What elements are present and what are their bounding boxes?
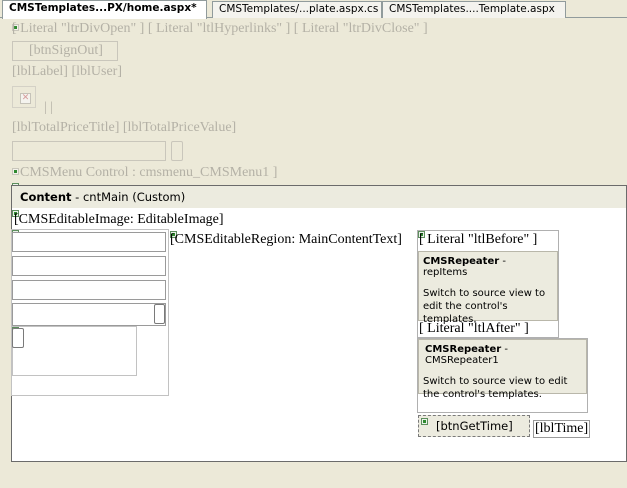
- content-header-id: - cntMain (Custom): [71, 190, 186, 204]
- price-row: [lblTotalPriceTitle] [lblTotalPriceValue…: [12, 120, 237, 135]
- small-button[interactable]: [12, 328, 24, 348]
- content-header-title: Content: [20, 190, 72, 204]
- get-time-button[interactable]: [btnGetTime]: [418, 415, 530, 437]
- search-textbox[interactable]: [12, 141, 166, 161]
- signout-button-label: [btnSignOut]: [29, 43, 103, 58]
- textbox-2[interactable]: [12, 256, 166, 276]
- dropdown-button[interactable]: [154, 304, 165, 324]
- time-label[interactable]: [lblTime]: [533, 420, 591, 438]
- editable-image[interactable]: [CMSEditableImage: EditableImage]: [14, 212, 224, 228]
- get-time-button-label: [btnGetTime]: [436, 419, 513, 433]
- tab-template-aspx[interactable]: CMSTemplates....Template.aspx: [382, 1, 566, 18]
- document-tab-bar: CMSTemplates/...plate.aspx.cs CMSTemplat…: [0, 0, 627, 19]
- search-button[interactable]: [171, 141, 183, 161]
- repeater-items-title: CMSRepeater: [423, 256, 500, 267]
- control-glyph-icon: [421, 418, 428, 425]
- textbox-1[interactable]: [12, 232, 166, 252]
- repeater-items[interactable]: CMSRepeater - repItems Switch to source …: [418, 251, 558, 325]
- control-glyph-icon: [12, 168, 19, 175]
- image-placeholder: ✕: [12, 86, 36, 108]
- separator-pipes: | |: [44, 100, 54, 115]
- repeater-cms1-desc: Switch to source view to edit the contro…: [423, 376, 568, 400]
- literals-row: [ Literal "ltrDivOpen" ] [ Literal "ltlH…: [12, 21, 428, 36]
- label-row: [lblLabel] [lblUser]: [12, 64, 123, 79]
- inner-panel: [12, 326, 137, 376]
- literal-before[interactable]: [ Literal "ltlBefore" ]: [419, 232, 537, 248]
- tab-home-aspx[interactable]: CMSTemplates...PX/home.aspx*: [2, 0, 207, 19]
- dropdown-field[interactable]: [12, 303, 166, 326]
- literal-after[interactable]: [ Literal "ltlAfter" ]: [419, 321, 529, 337]
- broken-image-icon: ✕: [20, 93, 31, 104]
- tab-template-cs[interactable]: CMSTemplates/...plate.aspx.cs: [212, 1, 382, 18]
- repeater-cms1[interactable]: CMSRepeater - CMSRepeater1 Switch to sou…: [418, 339, 587, 400]
- signout-button[interactable]: [btnSignOut]: [12, 41, 118, 61]
- repeater-cms1-title: CMSRepeater: [425, 344, 502, 355]
- menu-control-row: CMSMenu Control : cmsmenu_CMSMenu1 ]: [20, 165, 278, 180]
- editable-region[interactable]: [CMSEditableRegion: MainContentText]: [170, 232, 402, 248]
- content-header[interactable]: Content - cntMain (Custom): [11, 185, 627, 209]
- textbox-3[interactable]: [12, 280, 166, 300]
